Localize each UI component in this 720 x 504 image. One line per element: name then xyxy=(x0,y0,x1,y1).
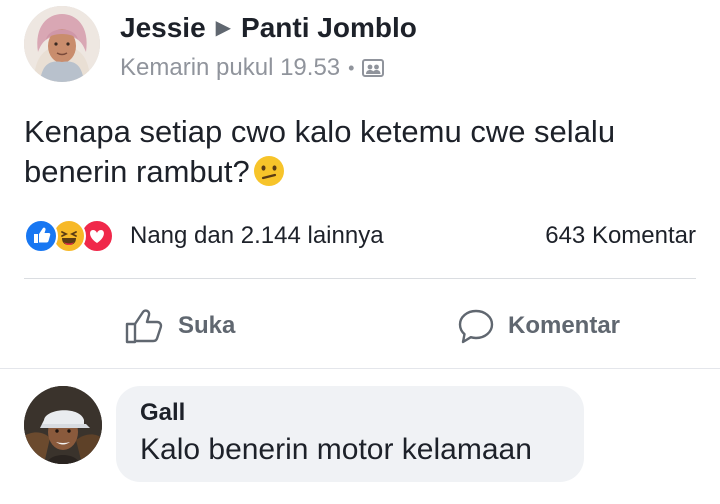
meta-separator: • xyxy=(348,57,355,78)
post-text: Kenapa setiap cwo kalo ketemu cwe selalu… xyxy=(24,112,684,192)
commenter-avatar-image xyxy=(24,386,102,464)
like-button[interactable]: Suka xyxy=(124,296,235,356)
arrow-right-icon: ▶ xyxy=(215,17,232,39)
comment-item: Gall Kalo benerin motor kelamaan xyxy=(24,386,704,486)
post-body: Kenapa setiap cwo kalo ketemu cwe selalu… xyxy=(24,114,616,189)
like-label: Suka xyxy=(178,312,236,339)
confused-face-emoji xyxy=(252,154,286,188)
group-audience-icon xyxy=(362,57,385,79)
comment-text: Kalo benerin motor kelamaan xyxy=(140,433,532,466)
thumbs-up-icon xyxy=(125,309,163,344)
comment-button[interactable]: Komentar xyxy=(456,296,620,356)
like-reaction-icon xyxy=(24,219,58,253)
divider xyxy=(24,278,696,279)
commenter-avatar[interactable] xyxy=(24,386,102,464)
comment-bubble-icon xyxy=(458,309,494,344)
post-timestamp[interactable]: Kemarin pukul 19.53 xyxy=(120,54,340,82)
author-name[interactable]: Jessie xyxy=(120,12,206,43)
group-name[interactable]: Panti Jomblo xyxy=(241,12,417,43)
comment-bubble[interactable]: Gall Kalo benerin motor kelamaan xyxy=(116,386,584,482)
reactions-bar[interactable]: Nang dan 2.144 lainnya 643 Komentar xyxy=(24,218,696,254)
comment-author[interactable]: Gall xyxy=(140,398,560,428)
author-line: Jessie ▶ Panti Jomblo xyxy=(120,12,417,44)
author-avatar-image xyxy=(24,6,100,82)
reaction-icons[interactable] xyxy=(24,219,124,253)
post-meta: Kemarin pukul 19.53 • xyxy=(120,54,385,82)
post-header: Jessie ▶ Panti Jomblo Kemarin pukul 19.53 … xyxy=(24,6,704,86)
reaction-summary[interactable]: Nang dan 2.144 lainnya xyxy=(130,222,384,250)
comment-label: Komentar xyxy=(508,312,621,339)
author-avatar[interactable] xyxy=(24,6,100,82)
post-actions: Suka Komentar xyxy=(24,296,696,356)
comment-count[interactable]: 643 Komentar xyxy=(545,222,696,250)
section-separator xyxy=(0,368,720,369)
